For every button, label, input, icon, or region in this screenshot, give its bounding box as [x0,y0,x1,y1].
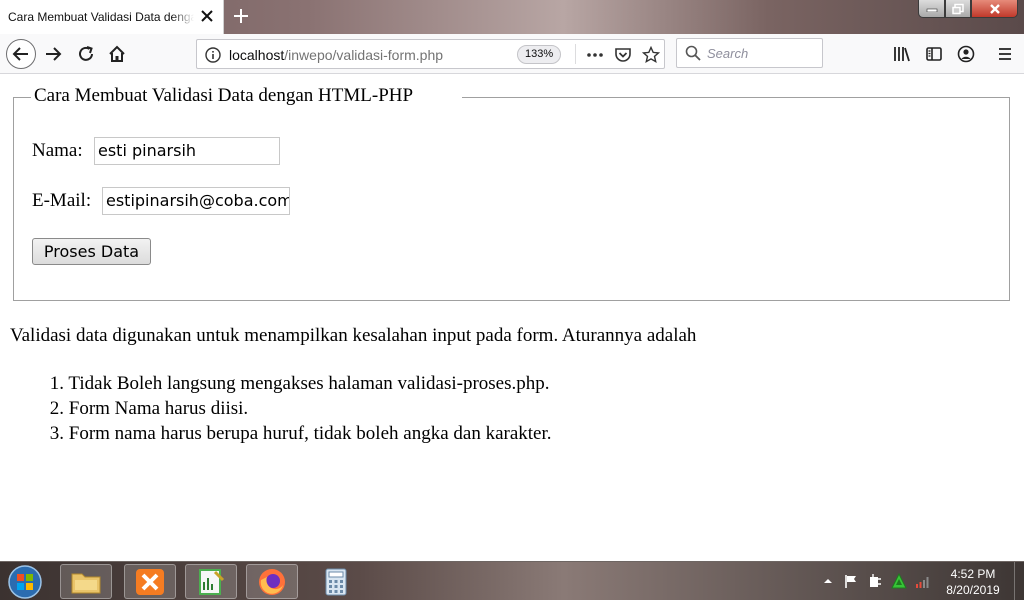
restore-icon [952,3,964,14]
home-button[interactable] [103,40,131,68]
intro-paragraph: Validasi data digunakan untuk menampilka… [10,325,697,346]
rules-list: 1. Tidak Boleh langsung mengakses halama… [40,371,552,446]
list-item-text: Form nama harus berupa huruf, tidak bole… [68,423,552,444]
folder-icon [71,573,101,593]
navigation-bar: localhost/inwepo/validasi-form.php 133% … [0,34,1024,74]
power-icon[interactable] [867,573,883,589]
url-separator [575,44,576,64]
account-icon[interactable] [957,45,975,63]
list-item-number: 1. [49,373,64,394]
more-actions-icon[interactable] [586,46,604,64]
info-icon[interactable] [205,47,221,63]
new-tab-icon[interactable] [232,7,250,25]
list-item: 1. Tidak Boleh langsung mengakses halama… [40,371,552,396]
back-arrow-icon [12,47,28,61]
calculator-icon [325,568,347,595]
search-box[interactable]: Search [676,38,823,68]
notepad-icon [199,568,225,595]
fieldset-legend: Cara Membuat Validasi Data dengan HTML-P… [34,85,414,106]
search-icon [685,45,701,61]
show-hidden-icons-icon[interactable] [820,573,836,589]
list-item: 2. Form Nama harus diisi. [40,396,552,421]
taskbar-calculator[interactable] [310,564,362,599]
reload-button[interactable] [72,40,100,68]
forward-arrow-icon [46,47,62,61]
taskbar-explorer[interactable] [60,564,112,599]
back-button[interactable] [6,39,36,69]
clock-date: 8/20/2019 [946,583,1000,597]
list-item-number: 3. [49,423,64,444]
network-status-icon[interactable] [891,573,907,589]
clock-time: 4:52 PM [950,567,996,581]
taskbar-xampp[interactable] [124,564,176,599]
xampp-icon [136,568,164,595]
firefox-icon [259,568,285,595]
system-clock[interactable]: 4:52 PM 8/20/2019 [940,566,1006,598]
url-text[interactable]: localhost/inwepo/validasi-form.php [229,47,443,63]
forward-button[interactable] [39,40,67,68]
restore-button[interactable] [945,0,971,18]
url-bar[interactable]: localhost/inwepo/validasi-form.php 133% [196,39,665,69]
close-window-button[interactable] [971,0,1018,18]
library-icon[interactable] [893,45,911,63]
list-item: 3. Form nama harus berupa huruf, tidak b… [40,421,552,446]
search-placeholder: Search [707,46,749,61]
close-window-icon [989,3,1000,14]
url-host: localhost [229,47,285,63]
bookmark-star-icon[interactable] [642,46,660,64]
pocket-icon[interactable] [614,46,632,64]
list-item-number: 2. [49,398,64,419]
browser-tab[interactable]: Cara Membuat Validasi Data dengan HTML-P… [0,0,224,34]
home-icon [109,45,125,62]
minimize-icon [926,8,937,12]
menu-icon[interactable] [996,45,1014,63]
close-tab-icon[interactable] [199,8,215,24]
minimize-button[interactable] [918,0,945,18]
action-center-flag-icon[interactable] [843,573,859,589]
list-item-text: Tidak Boleh langsung mengakses halaman v… [68,373,550,394]
signal-strength-icon[interactable] [915,573,931,589]
start-button[interactable] [4,563,46,600]
zoom-level-badge[interactable]: 133% [517,45,562,64]
show-desktop-button[interactable] [1014,562,1024,600]
url-path: /inwepo/validasi-form.php [284,47,444,63]
taskbar-firefox[interactable] [246,564,298,599]
name-input[interactable]: esti pinarsih [94,137,280,165]
taskbar: 4:52 PM 8/20/2019 [0,561,1024,600]
title-bar: Cara Membuat Validasi Data dengan HTML-P… [0,0,1024,34]
name-label: Nama: [32,140,83,161]
page-content: Cara Membuat Validasi Data dengan HTML-P… [0,75,1024,561]
list-item-text: Form Nama harus diisi. [68,398,249,419]
reload-icon [79,46,93,61]
proses-data-button[interactable]: Proses Data [32,238,151,265]
taskbar-notepad[interactable] [185,564,237,599]
email-label: E-Mail: [32,190,92,211]
email-input[interactable]: estipinarsih@coba.com [102,187,290,215]
tab-title: Cara Membuat Validasi Data dengan HTML-P… [8,10,194,24]
sidebar-icon[interactable] [925,45,943,63]
